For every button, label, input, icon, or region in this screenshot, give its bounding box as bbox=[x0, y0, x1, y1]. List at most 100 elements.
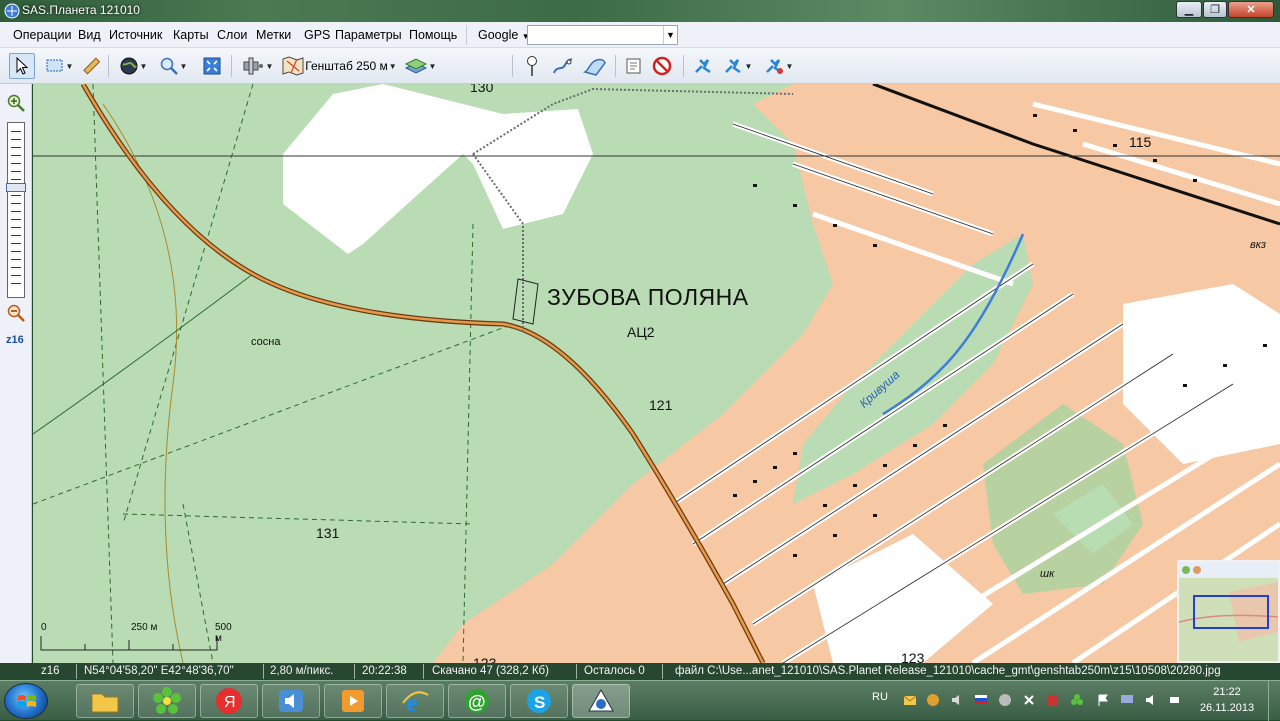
status-separator bbox=[354, 664, 355, 679]
trail bbox=[102, 103, 184, 663]
tray-app-icon[interactable] bbox=[1046, 693, 1060, 707]
tray-clover-icon[interactable] bbox=[1070, 693, 1084, 707]
hide-marks-button[interactable] bbox=[649, 53, 675, 79]
start-button[interactable] bbox=[4, 683, 48, 719]
menu-help[interactable]: Помощь bbox=[409, 28, 457, 42]
ruler-icon bbox=[83, 57, 100, 75]
zoom-tool-button[interactable]: ▼ bbox=[155, 53, 191, 79]
menu-maps[interactable]: Карты bbox=[173, 28, 209, 42]
ruler-button[interactable] bbox=[80, 53, 102, 79]
scale-ruler bbox=[40, 636, 218, 651]
taskbar-sas-planet[interactable] bbox=[572, 684, 630, 718]
minimize-button[interactable]: ▁ bbox=[1176, 1, 1202, 18]
add-placemark-button[interactable] bbox=[520, 53, 544, 79]
taskbar-explorer[interactable] bbox=[76, 684, 134, 718]
gps-track-button[interactable]: ▼ bbox=[719, 53, 755, 79]
yandex-browser-icon: Я bbox=[216, 688, 242, 714]
zoom-out-icon[interactable] bbox=[7, 304, 25, 322]
status-separator bbox=[576, 664, 577, 679]
menu-settings[interactable]: Параметры bbox=[335, 28, 402, 42]
scale-tick-250: 250 м bbox=[131, 622, 158, 633]
tray-network-icon[interactable] bbox=[998, 693, 1012, 707]
tray-action-center-icon[interactable] bbox=[1096, 693, 1110, 707]
chevron-down-icon: ▼ bbox=[265, 61, 274, 71]
forest-path bbox=[33, 273, 254, 435]
toolbar-separator bbox=[108, 55, 109, 77]
tray-mail-icon[interactable] bbox=[903, 693, 917, 707]
gps-connect-button[interactable] bbox=[690, 53, 716, 79]
taskbar-media-player[interactable] bbox=[324, 684, 382, 718]
taskbar-icq[interactable] bbox=[138, 684, 196, 718]
sas-planet-icon bbox=[588, 688, 614, 712]
marks-list-button[interactable] bbox=[622, 53, 646, 79]
show-desktop-button[interactable] bbox=[1268, 681, 1280, 721]
maximize-button[interactable]: ❐ bbox=[1203, 1, 1227, 18]
tray-display-icon[interactable] bbox=[1120, 693, 1134, 707]
status-downloaded: Скачано 47 (328,2 Кб) bbox=[432, 665, 549, 677]
globe-button[interactable]: ▼ bbox=[116, 53, 150, 79]
satellite-button[interactable]: ▼ bbox=[238, 53, 276, 79]
taskbar-mail-agent[interactable]: @ bbox=[448, 684, 506, 718]
zoom-slider[interactable] bbox=[6, 122, 26, 298]
map-label-130: 130 bbox=[470, 84, 494, 95]
chevron-down-icon: ▼ bbox=[744, 61, 753, 71]
mail-at-icon: @ bbox=[465, 689, 489, 713]
taskbar-ie[interactable]: e bbox=[386, 684, 444, 718]
menu-operations[interactable]: Операции bbox=[13, 28, 71, 42]
notes-icon bbox=[626, 58, 641, 74]
search-combobox[interactable]: ▼ bbox=[527, 25, 678, 45]
map-label-pine: сосна bbox=[251, 336, 281, 348]
fullscreen-button[interactable] bbox=[199, 53, 225, 79]
map-type-button[interactable]: ▼ bbox=[402, 53, 438, 79]
tray-update-icon[interactable] bbox=[926, 693, 940, 707]
gps-options-icon bbox=[765, 59, 783, 74]
status-zoom: z16 bbox=[41, 665, 60, 677]
layer-selector-button[interactable]: Генштаб 250 м ▼ bbox=[280, 53, 398, 79]
menu-source[interactable]: Источник bbox=[109, 28, 162, 42]
taskbar-yandex[interactable]: Я bbox=[200, 684, 258, 718]
add-path-button[interactable] bbox=[549, 53, 577, 79]
close-button[interactable]: ✕ bbox=[1228, 1, 1274, 18]
menu-marks[interactable]: Метки bbox=[256, 28, 291, 42]
chevron-down-icon: ▼ bbox=[65, 61, 74, 71]
tray-power-icon[interactable] bbox=[1168, 693, 1182, 707]
chevron-down-icon: ▼ bbox=[428, 61, 437, 71]
status-separator bbox=[423, 664, 424, 679]
tray-volume-icon[interactable] bbox=[950, 693, 964, 707]
map-label-121: 121 bbox=[649, 397, 673, 413]
combobox-arrow-icon[interactable]: ▼ bbox=[663, 26, 677, 44]
map-source-dropdown[interactable]: Google ▼ bbox=[478, 28, 530, 42]
minimap[interactable] bbox=[1177, 560, 1280, 663]
menu-view[interactable]: Вид bbox=[78, 28, 101, 42]
chevron-down-icon: ▼ bbox=[785, 61, 794, 71]
rect-select-button[interactable]: ▼ bbox=[41, 53, 77, 79]
taskbar: Я e @ S RU 21:22 26.11.2013 bbox=[0, 680, 1280, 721]
minimap-zoom-in-icon bbox=[1182, 566, 1190, 574]
taskbar-skype[interactable]: S bbox=[510, 684, 568, 718]
zoom-in-icon[interactable] bbox=[7, 94, 25, 112]
menu-gps[interactable]: GPS bbox=[304, 28, 330, 42]
tray-antivirus-icon[interactable] bbox=[1022, 693, 1036, 707]
zoom-panel: z16 bbox=[0, 84, 32, 663]
zoom-level-label: z16 bbox=[6, 334, 24, 346]
status-resolution: 2,80 м/пикс. bbox=[270, 665, 334, 677]
menu-layers[interactable]: Слои bbox=[217, 28, 247, 42]
add-polygon-button[interactable] bbox=[580, 53, 610, 79]
tray-clock[interactable]: 21:22 26.11.2013 bbox=[1197, 684, 1257, 716]
sas-planet-window: SAS.Планета 121010 ▁ ❐ ✕ Операции Вид Ис… bbox=[0, 0, 1280, 721]
chevron-down-icon: ▼ bbox=[179, 61, 188, 71]
minimap-viewport[interactable] bbox=[1193, 595, 1269, 629]
map-view[interactable]: ЗУБОВА ПОЛЯНА АЦ2 130 121 131 115 123 12… bbox=[33, 84, 1280, 663]
internet-explorer-icon: e bbox=[402, 688, 429, 715]
map-canvas bbox=[33, 84, 1280, 663]
gps-options-button[interactable]: ▼ bbox=[760, 53, 796, 79]
clock-date: 26.11.2013 bbox=[1199, 702, 1255, 714]
app-icon bbox=[4, 3, 20, 19]
zoom-slider-thumb[interactable] bbox=[6, 183, 26, 192]
select-tool-button[interactable] bbox=[9, 53, 35, 79]
tray-speaker-icon[interactable] bbox=[1144, 693, 1158, 707]
taskbar-speaker-app[interactable] bbox=[262, 684, 320, 718]
tray-flag-icon[interactable] bbox=[974, 693, 988, 707]
tray-language[interactable]: RU bbox=[872, 691, 888, 703]
clearing-area bbox=[283, 84, 593, 254]
